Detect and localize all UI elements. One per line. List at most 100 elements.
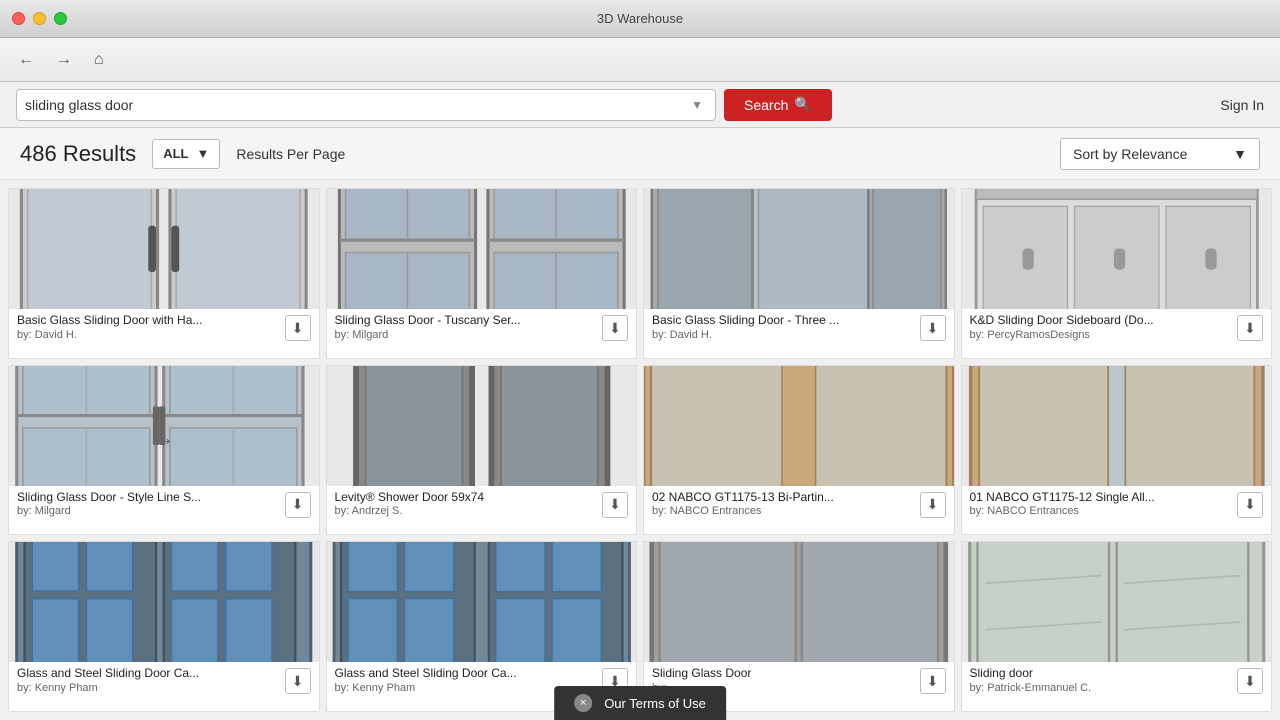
grid-item-author: by: PercyRamosDesigns (970, 329, 1238, 341)
search-button-label: Search (744, 97, 788, 113)
search-input-wrapper: ▼ (16, 89, 716, 121)
home-button[interactable]: ⌂ (88, 47, 110, 73)
grid-item-text: Basic Glass Sliding Door - Three ... by:… (652, 313, 920, 341)
grid-item[interactable]: Sliding door by: Patrick-Emmanuel C. ⬇ (961, 541, 1273, 712)
sort-dropdown-arrow: ▼ (1233, 146, 1247, 162)
grid-item-info: Glass and Steel Sliding Door Ca... by: K… (9, 662, 319, 706)
grid-item[interactable]: Basic Glass Sliding Door - Three ... by:… (643, 188, 955, 359)
download-button[interactable]: ⬇ (285, 668, 311, 694)
grid-item-text: Levity® Shower Door 59x74 by: Andrzej S. (335, 490, 603, 518)
grid-item[interactable]: K&D Sliding Door Sideboard (Do... by: Pe… (961, 188, 1273, 359)
minimize-button[interactable] (33, 12, 46, 25)
results-count: 486 Results (20, 141, 136, 167)
grid-item-image (327, 542, 637, 662)
terms-close-button[interactable]: × (574, 694, 592, 712)
terms-banner: × Our Terms of Use (554, 686, 726, 720)
grid-item-info: Sliding door by: Patrick-Emmanuel C. ⬇ (962, 662, 1272, 706)
grid-item[interactable]: 01 NABCO GT1175-12 Single All... by: NAB… (961, 365, 1273, 536)
search-bar: ▼ Search 🔍 Sign In (0, 82, 1280, 128)
download-button[interactable]: ⬇ (1237, 492, 1263, 518)
grid-item-title: Sliding door (970, 666, 1210, 682)
grid-item-title: Sliding Glass Door (652, 666, 892, 682)
grid-item-title: 02 NABCO GT1175-13 Bi-Partin... (652, 490, 892, 506)
grid-item-info: 01 NABCO GT1175-12 Single All... by: NAB… (962, 486, 1272, 530)
back-button[interactable]: ← (12, 47, 40, 73)
window-controls (12, 12, 67, 25)
search-dropdown-arrow[interactable]: ▼ (687, 98, 707, 112)
grid-item-text: Sliding Glass Door - Style Line S... by:… (17, 490, 285, 518)
results-grid: Basic Glass Sliding Door with Ha... by: … (0, 180, 1280, 720)
grid-item-image (327, 189, 637, 309)
close-button[interactable] (12, 12, 25, 25)
grid-item-title: K&D Sliding Door Sideboard (Do... (970, 313, 1210, 329)
grid-item-info: Sliding Glass Door - Style Line S... by:… (9, 486, 319, 530)
grid-item-image (644, 366, 954, 486)
download-button[interactable]: ⬇ (920, 315, 946, 341)
nav-bar: ← → ⌂ (0, 38, 1280, 82)
grid-item-image (644, 542, 954, 662)
grid-item-image (9, 542, 319, 662)
search-input[interactable] (25, 97, 687, 113)
download-button[interactable]: ⬇ (285, 315, 311, 341)
grid-item-author: by: Patrick-Emmanuel C. (970, 682, 1238, 694)
grid-item-image (9, 189, 319, 309)
download-button[interactable]: ⬇ (920, 668, 946, 694)
grid-item-info: Levity® Shower Door 59x74 by: Andrzej S.… (327, 486, 637, 530)
grid-item-text: Glass and Steel Sliding Door Ca... by: K… (17, 666, 285, 694)
grid-item-author: by: NABCO Entrances (970, 505, 1238, 517)
download-button[interactable]: ⬇ (285, 492, 311, 518)
grid-item-info: Basic Glass Sliding Door with Ha... by: … (9, 309, 319, 353)
grid-item-image (962, 366, 1272, 486)
grid-item-title: Basic Glass Sliding Door with Ha... (17, 313, 257, 329)
grid-item-title: Sliding Glass Door - Tuscany Ser... (335, 313, 575, 329)
grid-item-info: 02 NABCO GT1175-13 Bi-Partin... by: NABC… (644, 486, 954, 530)
grid-item-author: by: NABCO Entrances (652, 505, 920, 517)
grid-item[interactable]: Levity® Shower Door 59x74 by: Andrzej S.… (326, 365, 638, 536)
grid-item-image (327, 366, 637, 486)
grid-item-title: Glass and Steel Sliding Door Ca... (17, 666, 257, 682)
grid-item[interactable]: Glass and Steel Sliding Door Ca... by: K… (8, 541, 320, 712)
grid-item[interactable]: Sliding Glass Door - Tuscany Ser... by: … (326, 188, 638, 359)
grid-item-text: Sliding door by: Patrick-Emmanuel C. (970, 666, 1238, 694)
grid-item-title: Levity® Shower Door 59x74 (335, 490, 575, 506)
sort-label: Sort by Relevance (1073, 146, 1187, 162)
download-button[interactable]: ⬇ (1237, 668, 1263, 694)
back-icon: ← (18, 51, 34, 69)
grid-item-info: Sliding Glass Door - Tuscany Ser... by: … (327, 309, 637, 353)
grid-item-text: Sliding Glass Door - Tuscany Ser... by: … (335, 313, 603, 341)
grid-item-text: 02 NABCO GT1175-13 Bi-Partin... by: NABC… (652, 490, 920, 518)
all-dropdown-arrow: ▼ (196, 146, 209, 161)
window-title: 3D Warehouse (597, 11, 683, 26)
grid-item-text: 01 NABCO GT1175-12 Single All... by: NAB… (970, 490, 1238, 518)
search-button[interactable]: Search 🔍 (724, 89, 832, 121)
grid-item[interactable]: → Sliding Glass Door - Style Line S... b… (8, 365, 320, 536)
grid-item-info: Basic Glass Sliding Door - Three ... by:… (644, 309, 954, 353)
grid-item-image (962, 542, 1272, 662)
grid-item-image (644, 189, 954, 309)
forward-icon: → (56, 51, 72, 69)
maximize-button[interactable] (54, 12, 67, 25)
sort-dropdown[interactable]: Sort by Relevance ▼ (1060, 138, 1260, 170)
grid-item-text: Basic Glass Sliding Door with Ha... by: … (17, 313, 285, 341)
results-header: 486 Results ALL ▼ Results Per Page Sort … (0, 128, 1280, 180)
sign-in-link[interactable]: Sign In (1220, 97, 1264, 113)
terms-label: Our Terms of Use (604, 696, 706, 711)
grid-item[interactable]: Basic Glass Sliding Door with Ha... by: … (8, 188, 320, 359)
forward-button[interactable]: → (50, 47, 78, 73)
grid-item-text: K&D Sliding Door Sideboard (Do... by: Pe… (970, 313, 1238, 341)
grid-item-title: Sliding Glass Door - Style Line S... (17, 490, 257, 506)
grid-item-author: by: David H. (652, 329, 920, 341)
download-button[interactable]: ⬇ (602, 315, 628, 341)
grid-item[interactable]: 02 NABCO GT1175-13 Bi-Partin... by: NABC… (643, 365, 955, 536)
grid-item-author: by: Milgard (335, 329, 603, 341)
grid-item-info: K&D Sliding Door Sideboard (Do... by: Pe… (962, 309, 1272, 353)
all-dropdown[interactable]: ALL ▼ (152, 139, 220, 169)
grid-item-title: Glass and Steel Sliding Door Ca... (335, 666, 575, 682)
home-icon: ⌂ (94, 51, 104, 69)
download-button[interactable]: ⬇ (602, 492, 628, 518)
download-button[interactable]: ⬇ (920, 492, 946, 518)
download-button[interactable]: ⬇ (1237, 315, 1263, 341)
all-label: ALL (163, 146, 188, 161)
grid-item-author: by: David H. (17, 329, 285, 341)
grid-item-image (962, 189, 1272, 309)
